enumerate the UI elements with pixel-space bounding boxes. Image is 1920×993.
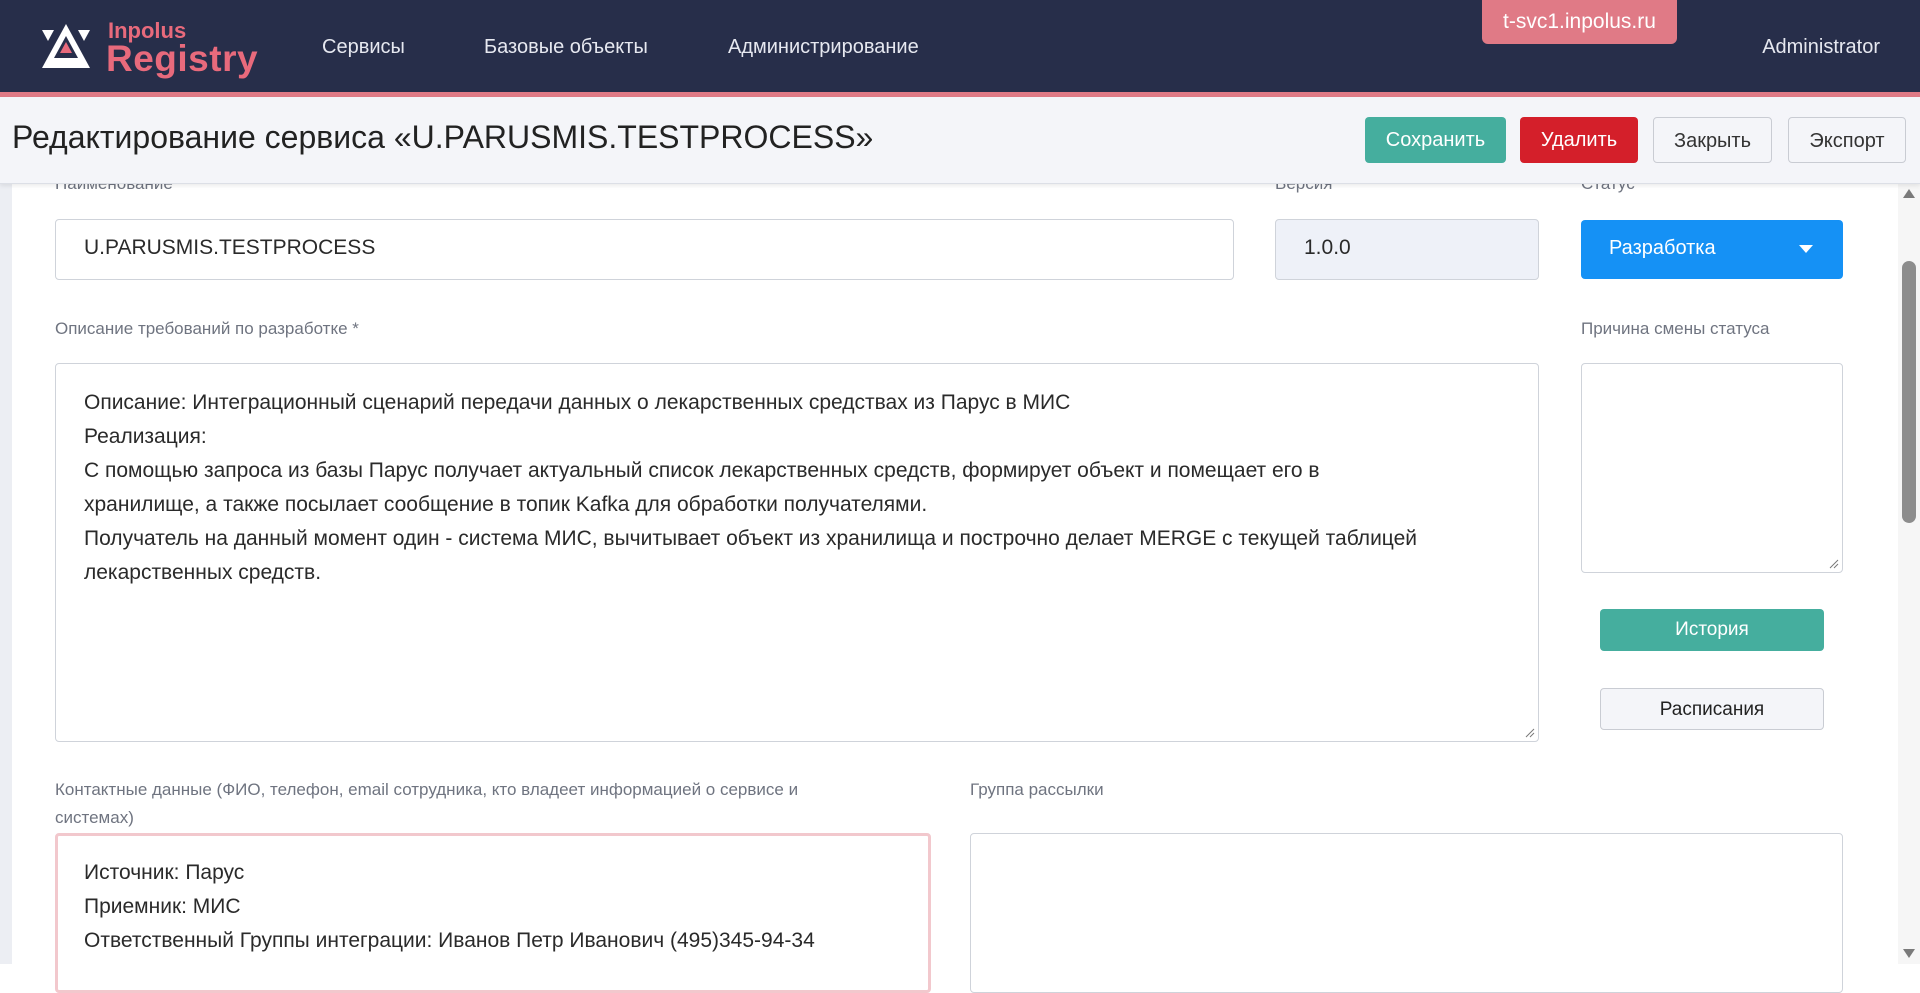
page-title: Редактирование сервиса «U.PARUSMIS.TESTP… [12, 119, 874, 155]
version-input-value: 1.0.0 [1304, 236, 1351, 259]
description-line: лекарственных средств. [84, 561, 322, 584]
mailing-group-label: Группа рассылки [970, 780, 1104, 799]
status-select[interactable]: Разработка [1581, 220, 1843, 279]
logo-text-main: Registry [106, 38, 259, 79]
scroll-up-icon[interactable] [1903, 189, 1915, 198]
resize-handle-icon[interactable] [1525, 728, 1535, 738]
mailing-group-textarea[interactable] [970, 833, 1843, 993]
nav-item-services[interactable]: Сервисы [322, 36, 405, 59]
contacts-textarea[interactable]: Источник: Парус Приемник: МИС Ответствен… [55, 833, 931, 993]
description-line: Описание: Интеграционный сценарий переда… [84, 391, 1071, 414]
description-line: Реализация: [84, 425, 207, 448]
description-line: хранилище, а также посылает сообщение в … [84, 493, 928, 516]
user-menu[interactable]: Administrator [1762, 36, 1880, 59]
contacts-line: Источник: Парус [84, 861, 245, 884]
page-header: Редактирование сервиса «U.PARUSMIS.TESTP… [0, 97, 1920, 184]
page-scrollbar[interactable] [1898, 183, 1920, 964]
left-gutter [0, 183, 12, 964]
contacts-text: Источник: Парус Приемник: МИС Ответствен… [84, 856, 904, 958]
description-line: С помощью запроса из базы Парус получает… [84, 459, 1320, 482]
contacts-line: Приемник: МИС [84, 895, 241, 918]
contacts-label-line2: системах) [55, 808, 134, 827]
description-line: Получатель на данный момент один - систе… [84, 527, 1417, 550]
reason-label: Причина смены статуса [1581, 319, 1770, 338]
description-textarea[interactable]: Описание: Интеграционный сценарий переда… [55, 363, 1539, 742]
nav-item-administration[interactable]: Администрирование [728, 36, 919, 59]
description-text: Описание: Интеграционный сценарий переда… [84, 386, 1514, 590]
description-label: Описание требований по разработке * [55, 319, 359, 338]
logo-icon [42, 24, 90, 68]
save-button[interactable]: Сохранить [1365, 117, 1506, 163]
nav-item-base-objects[interactable]: Базовые объекты [484, 36, 648, 59]
scrollbar-thumb[interactable] [1902, 261, 1916, 523]
history-button[interactable]: История [1600, 609, 1824, 651]
app-logo[interactable]: Inpolus Registry [40, 18, 260, 80]
top-navbar: Inpolus Registry Сервисы Базовые объекты… [0, 0, 1920, 97]
scroll-down-icon[interactable] [1903, 949, 1915, 958]
close-button[interactable]: Закрыть [1653, 117, 1772, 163]
status-select-value: Разработка [1609, 237, 1716, 259]
schedules-button[interactable]: Расписания [1600, 688, 1824, 730]
chevron-down-icon [1799, 245, 1813, 253]
delete-button[interactable]: Удалить [1520, 117, 1638, 163]
name-input-value: U.PARUSMIS.TESTPROCESS [84, 236, 376, 259]
resize-handle-icon[interactable] [1829, 559, 1839, 569]
version-input[interactable]: 1.0.0 [1275, 219, 1539, 280]
environment-badge: t-svc1.inpolus.ru [1482, 0, 1677, 44]
contacts-label-line1: Контактные данные (ФИО, телефон, email с… [55, 780, 799, 799]
name-input[interactable]: U.PARUSMIS.TESTPROCESS [55, 219, 1234, 280]
reason-textarea[interactable] [1581, 363, 1843, 573]
export-button[interactable]: Экспорт [1788, 117, 1906, 163]
contacts-line: Ответственный Группы интеграции: Иванов … [84, 929, 815, 952]
